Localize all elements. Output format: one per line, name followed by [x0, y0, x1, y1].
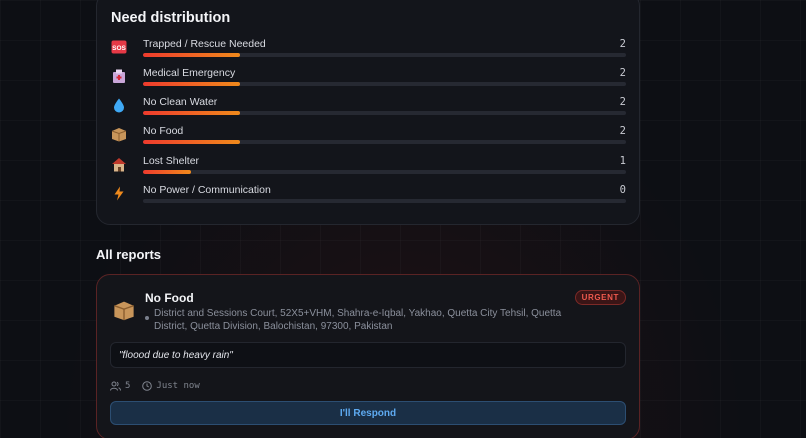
- people-count: 5: [110, 381, 130, 391]
- need-label: Trapped / Rescue Needed: [143, 38, 266, 50]
- report-address: District and Sessions Court, 52X5+VHM, S…: [154, 308, 562, 332]
- report-description: "floood due to heavy rain": [110, 342, 626, 368]
- need-bar-fill: [143, 170, 192, 174]
- need-label: Medical Emergency: [143, 67, 236, 79]
- package-icon: [113, 300, 135, 322]
- need-row-medical: Medical Emergency 2: [111, 67, 626, 93]
- need-count: 2: [619, 96, 626, 108]
- need-bar-track: [143, 82, 626, 86]
- need-row-food: No Food 2: [111, 125, 626, 151]
- sos-icon: SOS: [111, 40, 127, 56]
- house-icon: [111, 157, 127, 173]
- report-meta: 5 Just now: [110, 379, 212, 393]
- need-bar-fill: [143, 140, 240, 144]
- need-bar-track: [143, 111, 626, 115]
- urgent-badge: URGENT: [574, 290, 626, 305]
- need-count: 0: [619, 184, 626, 196]
- hospital-icon: [111, 69, 127, 85]
- report-title: No Food: [145, 291, 194, 305]
- need-bar-fill: [143, 82, 240, 86]
- need-bar-track: [143, 140, 626, 144]
- need-count: 2: [619, 38, 626, 50]
- need-row-shelter: Lost Shelter 1: [111, 155, 626, 181]
- need-label: No Clean Water: [143, 96, 218, 108]
- need-bar-track: [143, 199, 626, 203]
- need-row-trapped: SOS Trapped / Rescue Needed 2: [111, 38, 626, 64]
- need-count: 2: [619, 67, 626, 79]
- people-icon: [110, 381, 121, 391]
- need-bar-track: [143, 170, 626, 174]
- all-reports-heading: All reports: [96, 247, 162, 262]
- need-bar-track: [143, 53, 626, 57]
- respond-button[interactable]: I'll Respond: [110, 401, 626, 425]
- package-icon: [111, 127, 127, 143]
- report-time-value: Just now: [156, 381, 200, 391]
- need-bar-fill: [143, 111, 240, 115]
- report-card[interactable]: No Food URGENT District and Sessions Cou…: [96, 274, 640, 438]
- lightning-icon: [111, 186, 127, 202]
- svg-text:SOS: SOS: [112, 45, 126, 52]
- water-drop-icon: [111, 98, 127, 114]
- need-label: No Food: [143, 125, 184, 137]
- need-count: 2: [619, 125, 626, 137]
- need-distribution-title: Need distribution: [111, 10, 231, 26]
- need-label: No Power / Communication: [143, 184, 271, 196]
- report-time: Just now: [142, 381, 200, 391]
- need-distribution-card: Need distribution SOS Trapped / Rescue N…: [96, 0, 640, 225]
- need-count: 1: [619, 155, 626, 167]
- location-pin-icon: [145, 316, 149, 320]
- need-row-water: No Clean Water 2: [111, 96, 626, 122]
- clock-icon: [142, 381, 153, 391]
- people-count-value: 5: [125, 381, 131, 391]
- need-bar-fill: [143, 53, 240, 57]
- need-row-power: No Power / Communication 0: [111, 184, 626, 210]
- need-label: Lost Shelter: [143, 155, 200, 167]
